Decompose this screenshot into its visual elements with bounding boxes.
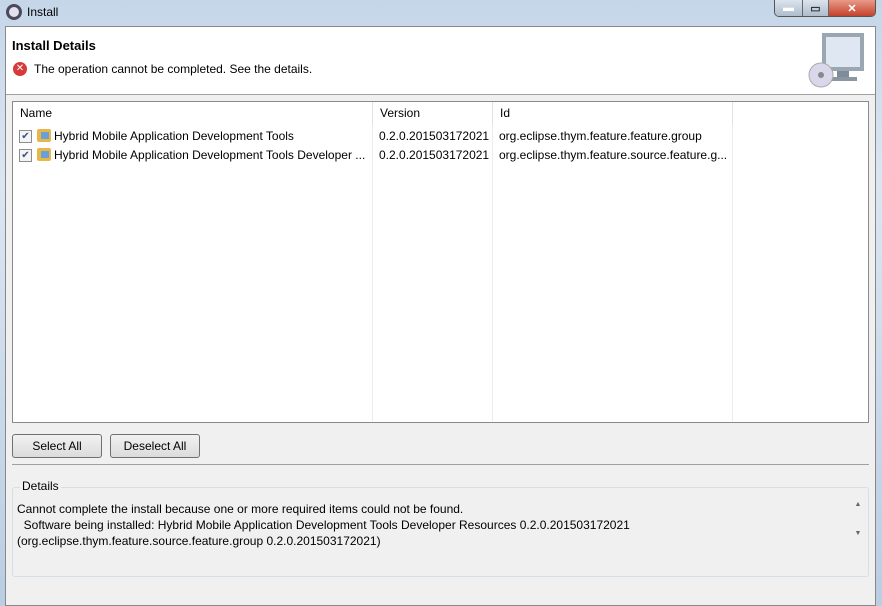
minimize-button[interactable]: ▬: [775, 0, 803, 16]
item-version: 0.2.0.201503172021: [379, 148, 490, 162]
details-label: Details: [20, 479, 61, 493]
close-button[interactable]: ✕: [829, 0, 875, 16]
page-title: Install Details: [12, 38, 96, 53]
install-computer-icon: [808, 33, 864, 88]
item-name: Hybrid Mobile Application Development To…: [54, 129, 294, 143]
maximize-button[interactable]: ▭: [803, 0, 829, 16]
item-version: 0.2.0.201503172021: [379, 129, 490, 143]
row-checkbox[interactable]: ✔: [19, 130, 32, 143]
item-id: org.eclipse.thym.feature.feature.group: [499, 129, 702, 143]
row-checkbox[interactable]: ✔: [19, 149, 32, 162]
error-icon: ✕: [13, 62, 27, 76]
error-message: The operation cannot be completed. See t…: [34, 62, 313, 76]
feature-icon: [37, 148, 51, 161]
deselect-all-button[interactable]: Deselect All: [110, 434, 200, 458]
dialog-body: Install Details ✕ The operation cannot b…: [5, 26, 876, 606]
window-title: Install: [27, 5, 59, 19]
item-id: org.eclipse.thym.feature.source.feature.…: [499, 148, 728, 162]
details-text[interactable]: Cannot complete the install because one …: [17, 501, 849, 549]
column-header-id[interactable]: Id: [493, 102, 733, 125]
column-header-name[interactable]: Name: [13, 102, 373, 125]
item-name: Hybrid Mobile Application Development To…: [54, 148, 366, 162]
feature-icon: [37, 129, 51, 142]
eclipse-icon: [6, 4, 22, 20]
scroll-up-icon[interactable]: ▲: [852, 501, 864, 508]
dialog-header: Install Details ✕ The operation cannot b…: [6, 27, 875, 95]
details-line: Cannot complete the install because one …: [17, 502, 464, 516]
table-row[interactable]: ✔ Hybrid Mobile Application Development …: [13, 145, 868, 165]
details-line: Software being installed: Hybrid Mobile …: [17, 518, 630, 532]
details-line: (org.eclipse.thym.feature.source.feature…: [17, 534, 381, 548]
scroll-down-icon[interactable]: ▼: [852, 530, 864, 537]
table-row[interactable]: ✔ Hybrid Mobile Application Development …: [13, 126, 868, 146]
details-scrollbar[interactable]: ▲ ▼: [852, 501, 864, 551]
install-items-table: Name Version Id ✔ Hybrid Mobile Applicat…: [12, 101, 869, 423]
divider: [12, 464, 869, 465]
column-header-version[interactable]: Version: [373, 102, 493, 125]
title-bar[interactable]: Install ▬ ▭ ✕: [0, 0, 882, 26]
select-all-button[interactable]: Select All: [12, 434, 102, 458]
